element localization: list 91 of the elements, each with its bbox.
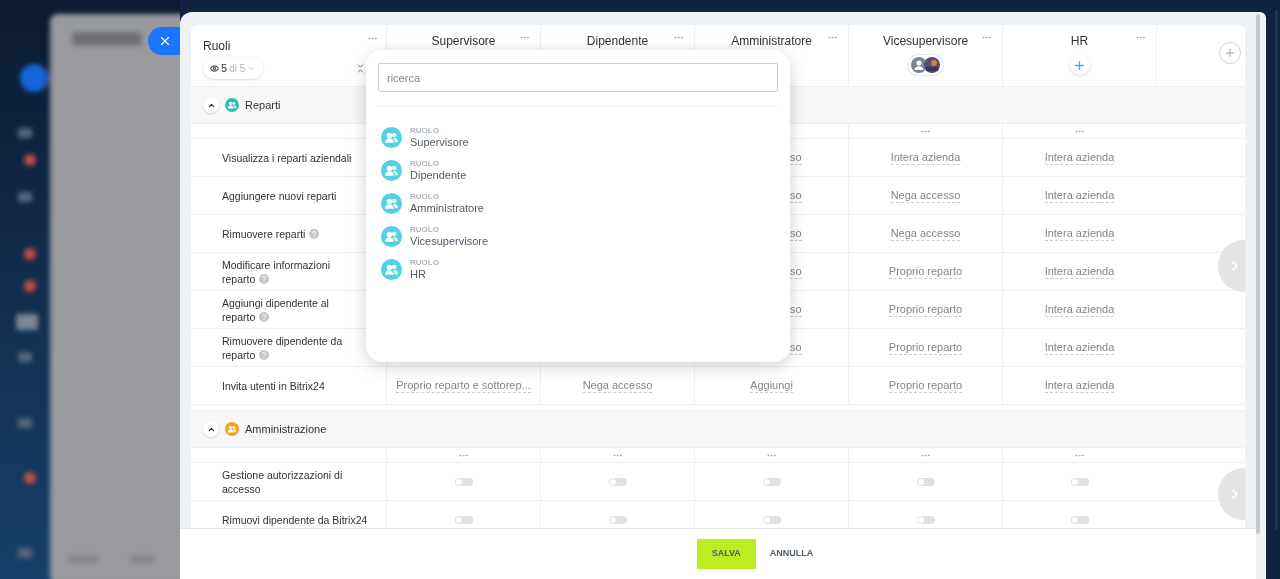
permission-label: Modificare informazioni reparto <box>222 257 331 286</box>
visibility-filter[interactable]: 5 di 5 <box>203 57 264 79</box>
visible-count: 5 <box>221 60 228 76</box>
permission-label: Invita utenti in Bitrix24 <box>222 378 325 393</box>
group-icon <box>381 259 402 280</box>
role-list-item[interactable]: RUOLO Vicesupervisore <box>378 220 778 253</box>
expand-toggle[interactable] <box>203 421 219 437</box>
role-column-title: Amministratore <box>731 33 812 50</box>
role-list-item[interactable]: RUOLO HR <box>378 253 778 286</box>
section-title: Reparti <box>245 97 281 113</box>
avatar-group[interactable] <box>908 55 943 75</box>
group-icon <box>381 160 402 181</box>
permission-label: Aggiungi dipendente al reparto <box>222 295 330 324</box>
group-icon <box>225 422 239 436</box>
access-value-link[interactable]: Intera azienda <box>890 150 961 165</box>
group-icon <box>381 226 402 247</box>
access-value-link[interactable]: Intera azienda <box>1044 226 1115 241</box>
group-icon <box>225 98 239 112</box>
role-name: Amministratore <box>410 203 484 214</box>
search-field[interactable]: ricerca <box>378 63 778 92</box>
toggle-switch[interactable] <box>762 515 781 524</box>
toggle-switch[interactable] <box>608 477 627 486</box>
permission-label: Rimuovere dipendente da reparto <box>222 333 344 362</box>
access-value-link[interactable]: Proprio reparto e sottorep... <box>396 378 531 393</box>
expand-toggle[interactable] <box>203 97 219 113</box>
toggle-switch[interactable] <box>916 515 935 524</box>
save-button[interactable]: SALVA <box>696 539 756 569</box>
item-type-label: RUOLO <box>410 160 440 168</box>
role-list-item[interactable]: RUOLO Supervisore <box>378 121 778 154</box>
scroll-right-button[interactable] <box>1218 240 1245 292</box>
close-button[interactable] <box>148 27 180 55</box>
help-icon[interactable] <box>309 228 320 239</box>
permission-label: Gestione autorizzazioni di accesso <box>222 467 344 496</box>
access-value-link[interactable]: Intera azienda <box>1044 378 1115 393</box>
access-value-link[interactable]: Proprio reparto <box>888 264 963 279</box>
collapse-icon[interactable] <box>355 63 366 74</box>
toggle-switch[interactable] <box>762 477 781 486</box>
cancel-button[interactable]: ANNULLA <box>767 539 816 569</box>
item-type-label: RUOLO <box>410 259 439 267</box>
toggle-switch[interactable] <box>454 515 473 524</box>
role-column-title: Dipendente <box>586 33 649 50</box>
table-title: Ruoli <box>203 39 231 53</box>
role-column-title: Vicesupervisore <box>882 33 969 50</box>
add-member-button[interactable] <box>1069 55 1090 75</box>
item-type-label: RUOLO <box>410 193 440 201</box>
access-value-link[interactable]: Intera azienda <box>1044 150 1115 165</box>
toggle-switch[interactable] <box>916 477 935 486</box>
role-name: HR <box>410 269 427 280</box>
total-count: di 5 <box>229 61 246 76</box>
toggle-switch[interactable] <box>1070 477 1089 486</box>
role-name: Dipendente <box>410 170 467 181</box>
panel-scrollbar[interactable] <box>1256 14 1260 534</box>
access-value-link[interactable]: Intera azienda <box>1044 302 1115 317</box>
plus-icon <box>1224 47 1236 59</box>
access-value-link[interactable]: Intera azienda <box>1044 188 1115 203</box>
item-type-label: RUOLO <box>410 226 440 234</box>
access-value-link[interactable]: Aggiungi <box>750 378 793 393</box>
item-type-label: RUOLO <box>410 127 440 135</box>
permission-label: Rimuovere reparti <box>222 226 320 241</box>
role-name: Vicesupervisore <box>410 236 489 247</box>
permission-label: Rimuovi dipendente da Bitrix24 <box>222 512 368 527</box>
toggle-switch[interactable] <box>608 515 627 524</box>
access-value-link[interactable]: Intera azienda <box>1044 340 1115 355</box>
user-avatar <box>924 57 940 73</box>
role-column-title: Supervisore <box>431 33 496 50</box>
access-value-link[interactable]: Nega accesso <box>582 378 653 393</box>
help-icon[interactable] <box>259 273 270 284</box>
eye-icon <box>210 63 219 73</box>
permission-label: Aggiungere nuovi reparti <box>222 188 337 203</box>
role-list-item[interactable]: RUOLO Amministratore <box>378 187 778 220</box>
access-value-link[interactable]: Proprio reparto <box>888 378 963 393</box>
section-title: Amministrazione <box>245 421 327 437</box>
plus-icon <box>1073 58 1086 72</box>
close-icon <box>158 34 172 48</box>
role-name: Supervisore <box>410 137 469 148</box>
access-value-link[interactable]: Nega accesso <box>890 226 961 241</box>
access-value-link[interactable]: Proprio reparto <box>888 340 963 355</box>
role-column-title: HR <box>1070 33 1089 50</box>
access-value-link[interactable]: Nega accesso <box>890 188 961 203</box>
toggle-switch[interactable] <box>454 477 473 486</box>
access-value-link[interactable]: Intera azienda <box>1044 264 1115 279</box>
permission-label: Visualizza i reparti aziendali <box>222 150 352 165</box>
toggle-switch[interactable] <box>1070 515 1089 524</box>
help-icon[interactable] <box>259 349 270 360</box>
role-list-item[interactable]: RUOLO Dipendente <box>378 154 778 187</box>
access-value-link[interactable]: Proprio reparto <box>888 302 963 317</box>
help-icon[interactable] <box>259 311 270 322</box>
group-icon <box>381 127 402 148</box>
add-role-button[interactable] <box>1219 42 1241 64</box>
scroll-right-button[interactable] <box>1218 468 1245 520</box>
group-icon <box>381 193 402 214</box>
